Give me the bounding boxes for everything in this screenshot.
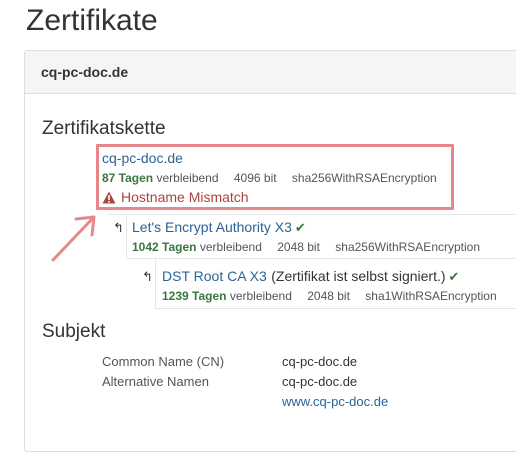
subject-value-alt-names: cq-pc-doc.de: [282, 374, 358, 389]
cert-root-remaining: verbleibend: [229, 289, 292, 303]
chain-divider: [108, 214, 516, 215]
subject-key-alt-names: Alternative Namen: [102, 374, 209, 389]
subject-value-cn: cq-pc-doc.de: [282, 354, 358, 369]
cert-root-link[interactable]: DST Root CA X3: [162, 268, 267, 284]
cert-root-bits: 2048 bit: [307, 289, 350, 303]
pointer-arrow-icon: [50, 212, 100, 269]
cert-root-meta: 1239 Tagen verbleibend 2048 bit sha1With…: [162, 289, 497, 303]
chain-section-title: Zertifikatskette: [42, 118, 166, 139]
cert-intermediate-remaining: verbleibend: [199, 240, 262, 254]
chain-divider: [126, 258, 516, 259]
panel-heading: cq-pc-doc.de: [25, 51, 516, 94]
chain-divider: [155, 308, 516, 309]
subject-section-title: Subjekt: [42, 321, 106, 342]
cert-root: DST Root CA X3 (Zertifikat ist selbst si…: [162, 268, 497, 303]
self-signed-note: (Zertifikat ist selbst signiert.): [271, 268, 446, 284]
chain-arrow-icon: ↰: [142, 269, 153, 284]
subject-key-cn: Common Name (CN): [102, 354, 225, 369]
cert-intermediate-algorithm: sha256WithRSAEncryption: [335, 240, 481, 254]
check-icon: ✔: [294, 220, 306, 235]
check-icon: ✔: [448, 269, 460, 284]
alt-name-link[interactable]: www.cq-pc-doc.de: [282, 394, 388, 409]
cert-root-algorithm: sha1WithRSAEncryption: [365, 289, 497, 303]
chain-connector: [126, 214, 127, 258]
cert-intermediate-bits: 2048 bit: [277, 240, 320, 254]
cert-intermediate-days: 1042 Tagen: [132, 240, 197, 254]
chain-arrow-icon: ↰: [113, 220, 124, 235]
chain-connector: [155, 258, 156, 308]
cert-intermediate: Let's Encrypt Authority X3 ✔ 1042 Tagen v…: [132, 219, 480, 254]
page-title: Zertifikate: [26, 4, 158, 37]
cert-root-days: 1239 Tagen: [162, 289, 227, 303]
cert-intermediate-link[interactable]: Let's Encrypt Authority X3: [132, 219, 292, 235]
highlight-box: [96, 144, 454, 210]
cert-intermediate-meta: 1042 Tagen verbleibend 2048 bit sha256Wi…: [132, 240, 480, 254]
